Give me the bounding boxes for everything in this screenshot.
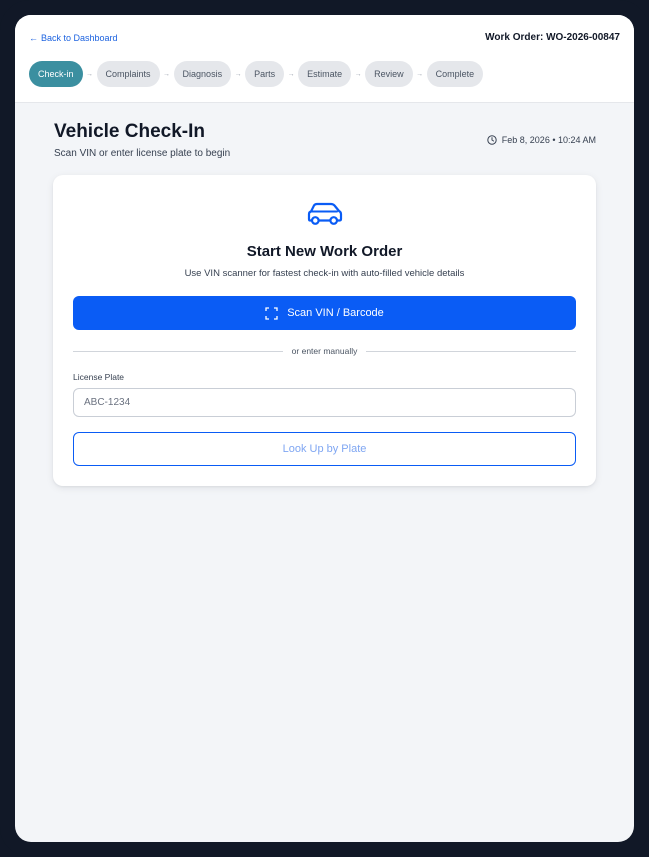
timestamp: Feb 8, 2026 • 10:24 AM <box>487 135 596 145</box>
back-link-label: Back to Dashboard <box>41 33 118 43</box>
arrow-right-icon: → <box>163 70 171 78</box>
scan-vin-label: Scan VIN / Barcode <box>287 307 384 319</box>
arrow-left-icon: ← <box>29 33 38 43</box>
license-plate-label: License Plate <box>73 372 125 382</box>
car-icon <box>307 202 343 225</box>
divider-line <box>73 350 283 352</box>
top-bar: ← Back to Dashboard Work Order: WO-2026-… <box>15 15 634 103</box>
arrow-right-icon: → <box>354 70 362 78</box>
arrow-right-icon: → <box>234 70 242 78</box>
scan-vin-button[interactable]: Scan VIN / Barcode <box>73 296 576 330</box>
step-diagnosis[interactable]: Diagnosis <box>173 61 232 87</box>
step-complaints[interactable]: Complaints <box>96 61 160 87</box>
step-parts[interactable]: Parts <box>245 61 285 87</box>
card-description: Use VIN scanner for fastest check-in wit… <box>184 268 465 279</box>
arrow-right-icon: → <box>287 70 295 78</box>
divider-text: or enter manually <box>291 346 358 356</box>
start-work-order-card: Start New Work Order Use VIN scanner for… <box>53 175 596 486</box>
look-up-by-plate-button[interactable]: Look Up by Plate <box>73 432 576 466</box>
or-divider: or enter manually <box>73 345 577 357</box>
card-title: Start New Work Order <box>246 243 403 260</box>
arrow-right-icon: → <box>416 70 424 78</box>
tablet-frame: ← Back to Dashboard Work Order: WO-2026-… <box>0 0 649 857</box>
work-order-number: Work Order: WO-2026-00847 <box>485 32 620 43</box>
step-estimate[interactable]: Estimate <box>298 61 352 87</box>
page-subtitle: Scan VIN or enter license plate to begin <box>54 148 231 159</box>
step-complete[interactable]: Complete <box>426 61 484 87</box>
app-screen: ← Back to Dashboard Work Order: WO-2026-… <box>15 15 634 842</box>
arrow-right-icon: → <box>86 70 94 78</box>
divider-line <box>366 350 577 352</box>
scan-icon <box>265 306 278 320</box>
progress-steps: Check-in → Complaints → Diagnosis → Part… <box>29 61 484 87</box>
timestamp-text: Feb 8, 2026 • 10:24 AM <box>501 135 596 145</box>
page-title: Vehicle Check-In <box>54 121 206 142</box>
back-to-dashboard-link[interactable]: ← Back to Dashboard <box>29 33 118 43</box>
step-review[interactable]: Review <box>365 61 413 87</box>
clock-icon <box>487 135 497 145</box>
step-check-in[interactable]: Check-in <box>29 61 83 87</box>
license-plate-input[interactable] <box>73 388 576 417</box>
